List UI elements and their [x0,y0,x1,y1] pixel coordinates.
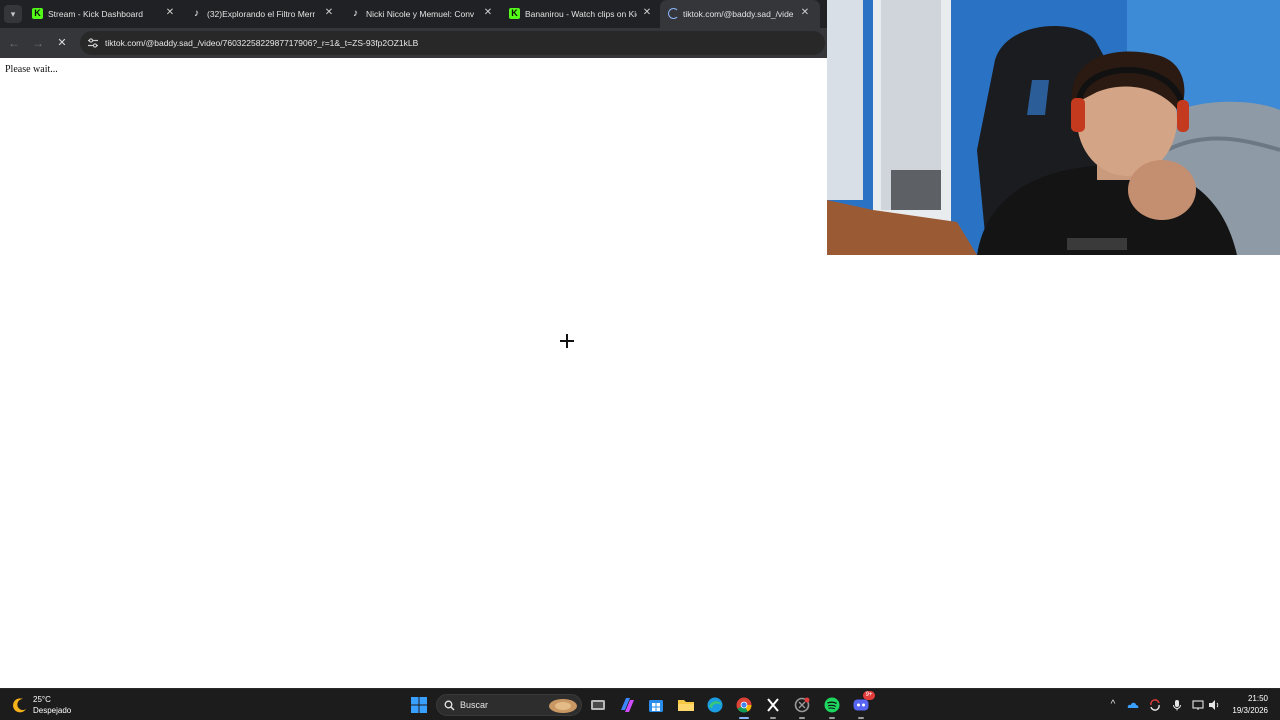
tab-search-button[interactable]: ▾ [4,5,22,23]
tab-title: tiktok.com/@baddy.sad_/video [683,9,793,19]
spotify-icon[interactable] [822,695,842,715]
close-icon[interactable]: ✕ [482,7,494,19]
tab-kick-bananirou[interactable]: K Bananirou - Watch clips on Kick ✕ [503,0,657,28]
network-icon[interactable] [1191,698,1205,712]
sync-icon[interactable] [1148,698,1162,712]
windows-start-icon[interactable] [409,695,429,715]
active-app-indicator [739,717,749,719]
kick-icon: K [509,8,520,19]
close-icon[interactable]: ✕ [799,7,811,19]
loading-status-text: Please wait... [5,64,58,75]
loading-spinner-icon [668,8,679,19]
microphone-icon[interactable] [1170,698,1184,712]
chrome-icon[interactable] [734,695,754,715]
kick-icon: K [32,8,43,19]
notification-badge: 9+ [863,691,875,700]
browser-tab-strip: ▾ K Stream - Kick Dashboard ✕ ♪ (32)Expl… [0,0,827,28]
running-app-indicator [858,717,864,719]
search-icon [444,700,455,711]
weather-temperature[interactable]: 25°C [33,695,51,705]
copilot-icon[interactable] [617,695,637,715]
tab-tiktok-nicki[interactable]: ♪ Nicki Nicole y Memuel: Convers ✕ [344,0,498,28]
tiktok-icon: ♪ [353,8,358,19]
webcam-image [827,0,1280,255]
widget-icon [549,699,577,713]
file-explorer-icon[interactable] [676,695,696,715]
tiktok-icon: ♪ [194,8,199,19]
windows-taskbar: 25°C Despejado Buscar 9+ ^ 21:50 19/3/20… [0,688,1280,720]
forward-arrow-icon[interactable]: → [30,35,46,51]
browser-toolbar: ← → ✕ tiktok.com/@baddy.sad_/video/76032… [0,28,827,58]
address-url[interactable]: tiktok.com/@baddy.sad_/video/76032258229… [105,38,418,48]
search-placeholder: Buscar [460,700,489,710]
tab-title: Stream - Kick Dashboard [48,9,143,19]
running-app-indicator [770,717,776,719]
weather-description[interactable]: Despejado [33,706,71,716]
close-icon[interactable]: ✕ [323,7,335,19]
volume-icon[interactable] [1207,698,1221,712]
crosshair-cursor-icon [560,334,574,348]
x-icon[interactable] [763,695,783,715]
stop-loading-icon[interactable]: ✕ [54,35,70,51]
show-hidden-icons-chevron-icon[interactable]: ^ [1106,698,1120,712]
address-bar[interactable]: tiktok.com/@baddy.sad_/video/76032258229… [80,31,825,55]
running-app-indicator [829,717,835,719]
close-icon[interactable]: ✕ [164,7,176,19]
webcam-overlay [827,0,1280,255]
tab-title: Bananirou - Watch clips on Kick [525,9,637,19]
back-arrow-icon[interactable]: ← [6,35,22,51]
task-view-icon[interactable] [588,695,608,715]
clock-date[interactable]: 19/3/2026 [1226,706,1268,716]
onedrive-cloud-icon[interactable] [1126,698,1140,712]
tab-tiktok-filtro[interactable]: ♪ (32)Explorando el Filtro Mernue ✕ [185,0,339,28]
moon-weather-icon[interactable] [12,697,28,713]
app-icon[interactable] [792,695,812,715]
site-settings-icon[interactable] [87,37,99,49]
clock-time[interactable]: 21:50 [1236,694,1268,704]
store-icon[interactable] [646,695,666,715]
tab-tiktok-video-active[interactable]: tiktok.com/@baddy.sad_/video ✕ [660,0,820,28]
edge-icon[interactable] [705,695,725,715]
running-app-indicator [799,717,805,719]
tab-title: (32)Explorando el Filtro Mernue [207,9,315,19]
tab-title: Nicki Nicole y Memuel: Convers [366,9,474,19]
close-icon[interactable]: ✕ [641,7,653,19]
tab-kick-dashboard[interactable]: K Stream - Kick Dashboard ✕ [26,0,180,28]
taskbar-search-box[interactable]: Buscar [436,694,582,716]
